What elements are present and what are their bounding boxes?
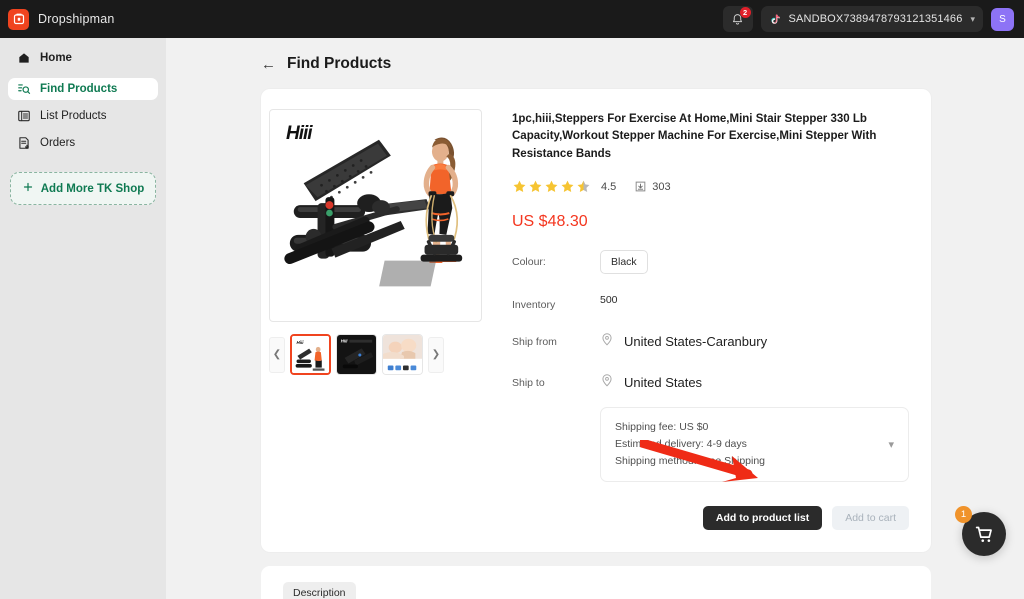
shop-selector[interactable]: SANDBOX7389478793121351466 ▾ <box>760 6 983 32</box>
rating-row: 4.5 303 <box>512 179 909 194</box>
main-content: ← Find Products Hiii ❮ Hiii Hiii ❯ 1pc,h… <box>166 38 1024 599</box>
notification-badge: 2 <box>739 7 751 18</box>
chevron-down-icon[interactable]: ▾ <box>888 438 894 451</box>
colour-label: Colour: <box>512 256 546 269</box>
product-price: US $48.30 <box>512 213 588 231</box>
shipping-method: Shipping method: Free Shipping <box>615 455 766 468</box>
brand-name: Dropshipman <box>38 12 115 26</box>
ship-to-row: Ship to United States <box>512 372 909 393</box>
page-header: ← Find Products <box>166 38 1024 73</box>
thumbnail-0[interactable]: Hiii <box>290 334 331 375</box>
avatar-initial: S <box>999 13 1006 25</box>
app-logo-icon <box>8 8 29 30</box>
sidebar-item-list-products[interactable]: List Products <box>8 105 158 127</box>
sales-info: 303 <box>634 180 671 193</box>
ship-from-value: United States-Caranbury <box>624 334 768 350</box>
svg-text:Hiii: Hiii <box>341 339 348 344</box>
home-icon <box>16 51 31 66</box>
shop-name: SANDBOX7389478793121351466 <box>788 13 963 25</box>
map-pin-icon <box>600 331 614 352</box>
inventory-value: 500 <box>600 294 618 307</box>
sidebar-item-label: Orders <box>40 137 76 149</box>
rating-stars <box>512 179 591 194</box>
add-more-tk-shop-label: Add More TK Shop <box>40 182 145 195</box>
orders-icon <box>16 136 31 151</box>
back-arrow-icon[interactable]: ← <box>261 57 276 72</box>
sidebar-item-orders[interactable]: Orders <box>8 132 158 154</box>
star-icon <box>561 180 574 193</box>
plus-icon <box>22 181 34 196</box>
sidebar-item-label: List Products <box>40 110 107 122</box>
search-list-icon <box>16 82 31 97</box>
chevron-down-icon: ▾ <box>970 13 975 24</box>
add-to-product-list-button[interactable]: Add to product list <box>702 506 823 531</box>
sidebar-item-label: Find Products <box>40 83 118 95</box>
download-icon <box>635 182 646 192</box>
tab-description[interactable]: Description <box>283 582 356 599</box>
rating-value: 4.5 <box>601 180 617 193</box>
brand[interactable]: Dropshipman <box>8 8 115 30</box>
star-icon <box>529 180 542 193</box>
top-bar-right: 2 SANDBOX7389478793121351466 ▾ S <box>722 6 1014 32</box>
shipping-fee: Shipping fee: US $0 <box>615 421 709 434</box>
map-pin-icon <box>600 372 614 393</box>
product-gallery: Hiii ❮ Hiii Hiii ❯ <box>269 109 490 530</box>
sales-count: 303 <box>652 180 671 193</box>
star-icon <box>513 180 526 193</box>
action-buttons: Add to product list Add to cart <box>512 506 909 531</box>
sidebar-item-label: Home <box>40 52 72 64</box>
avatar[interactable]: S <box>991 7 1014 31</box>
sidebar: Home Find Products List Products Orders <box>0 38 166 599</box>
stepper-illustration <box>284 137 463 287</box>
inventory-label: Inventory <box>512 299 556 312</box>
page-title: Find Products <box>287 55 392 72</box>
product-info: 1pc,hiii,Steppers For Exercise At Home,M… <box>512 109 909 531</box>
star-icon-half <box>577 180 590 193</box>
cart-fab-button[interactable]: 1 <box>955 506 1006 556</box>
shopping-cart-icon <box>975 526 992 542</box>
app-root: Dropshipman 2 SANDBOX7389478793121351466… <box>0 0 1024 599</box>
tiktok-icon <box>770 13 780 24</box>
thumbnail-2[interactable] <box>382 334 423 375</box>
star-icon <box>545 180 558 193</box>
add-to-cart-button[interactable]: Add to cart <box>832 506 909 531</box>
shipping-details-box[interactable]: Shipping fee: US $0 Estimated delivery: … <box>600 407 909 483</box>
sidebar-item-find-products[interactable]: Find Products <box>8 78 158 100</box>
ship-from-row: Ship from United States-Caranbury <box>512 331 909 352</box>
cart-badge: 1 <box>955 506 972 523</box>
ship-to-label: Ship to <box>512 376 545 389</box>
colour-row: Colour: Black <box>512 250 909 275</box>
ship-from-label: Ship from <box>512 335 557 348</box>
thumbnail-1[interactable]: Hiii <box>336 334 377 375</box>
thumbnail-strip: ❮ Hiii Hiii ❯ <box>269 334 490 375</box>
chevron-right-icon[interactable]: ❯ <box>428 336 444 373</box>
add-more-tk-shop-button[interactable]: Add More TK Shop <box>10 172 156 205</box>
description-card: Description ● ✸ 【Dual Hydraulic Drive Sy… <box>261 566 931 599</box>
colour-option-black[interactable]: Black <box>600 250 648 275</box>
inventory-row: Inventory 500 <box>512 293 909 311</box>
product-hero-image[interactable]: Hiii <box>269 109 482 322</box>
top-bar: Dropshipman 2 SANDBOX7389478793121351466… <box>0 0 1024 38</box>
svg-text:Hiii: Hiii <box>297 340 305 345</box>
notifications-button[interactable]: 2 <box>722 6 753 32</box>
product-card: Hiii ❮ Hiii Hiii ❯ 1pc,hiii,Steppers For… <box>261 89 931 553</box>
estimated-delivery: Estimated delivery: 4-9 days <box>615 438 747 451</box>
list-icon <box>16 109 31 124</box>
shipping-details-lines: Shipping fee: US $0 Estimated delivery: … <box>615 419 888 470</box>
ship-to-value[interactable]: United States <box>624 375 702 390</box>
product-title: 1pc,hiii,Steppers For Exercise At Home,M… <box>512 113 877 160</box>
sidebar-item-home[interactable]: Home <box>8 47 158 69</box>
chevron-left-icon[interactable]: ❮ <box>269 336 285 373</box>
